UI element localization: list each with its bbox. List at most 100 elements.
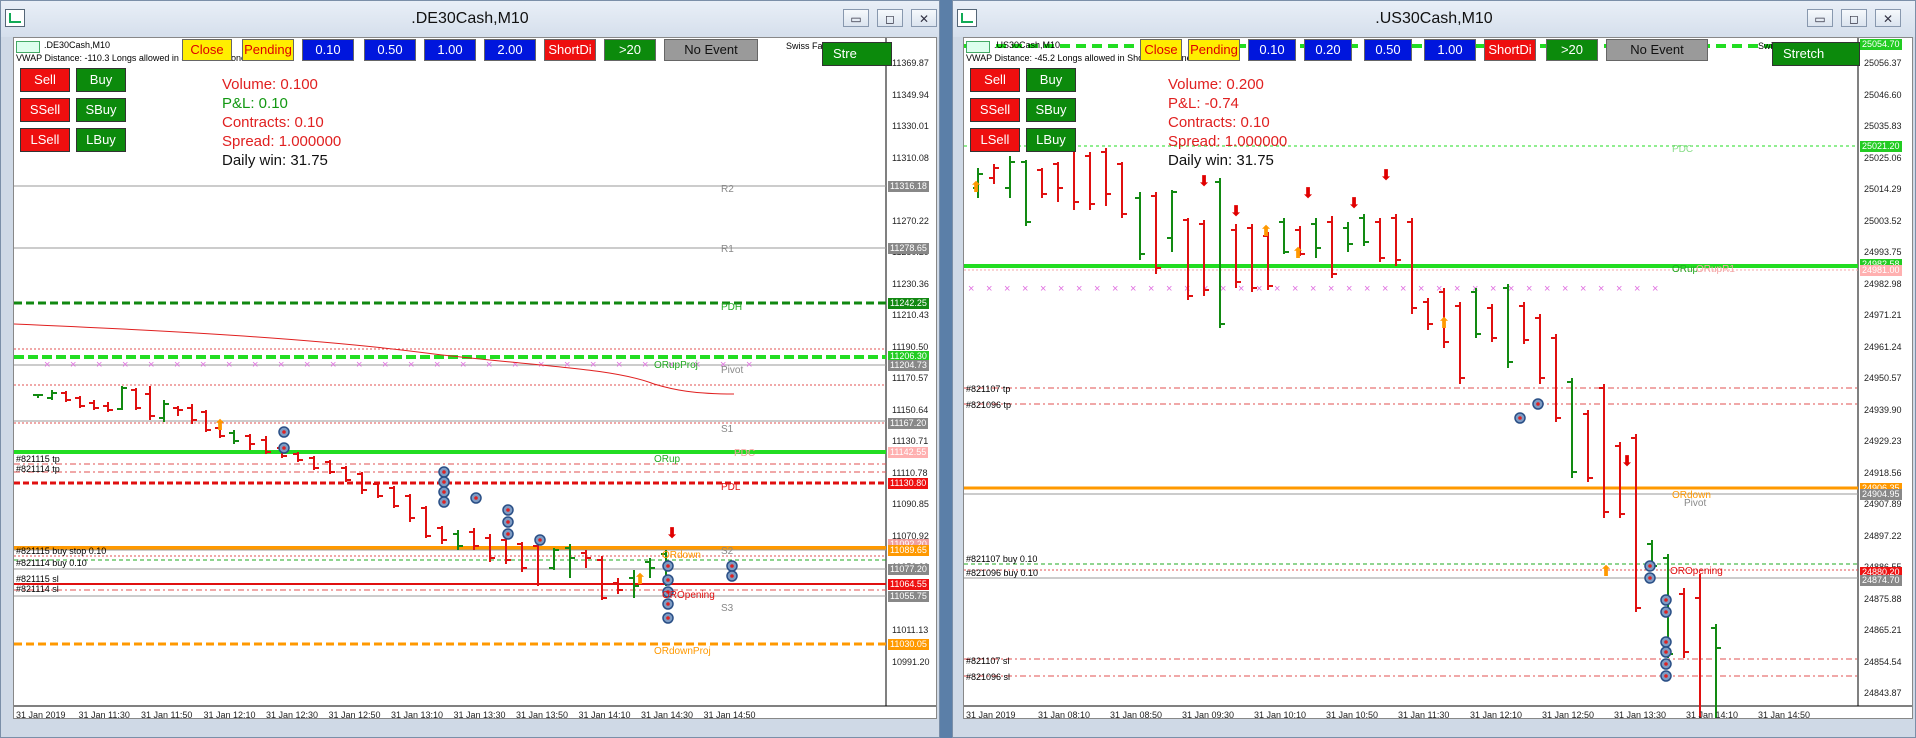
vwap-marker: × [1562, 283, 1568, 295]
trade-marker-dot [1664, 662, 1668, 666]
sell-button-ssell[interactable]: SSell [970, 98, 1020, 122]
sell-button-lsell[interactable]: LSell [20, 128, 70, 152]
short-di-button[interactable]: ShortDi [544, 39, 596, 61]
gt20-button[interactable]: >20 [604, 39, 656, 61]
price-chart[interactable]: ×××××××××××××××××××××××××××××××××××××××⬆… [963, 37, 1913, 719]
y-axis-tick: 24897.22 [1864, 530, 1902, 541]
close-window-button[interactable]: ✕ [1875, 9, 1901, 27]
level-label: S1 [721, 424, 734, 435]
trade-marker-dot [538, 538, 542, 542]
lot-2-button[interactable]: 0.50 [364, 39, 416, 61]
y-axis-tick: 25003.52 [1864, 215, 1902, 226]
title-bar[interactable]: .US30Cash,M10 ▭ ◻ ✕ [953, 1, 1915, 37]
trade-marker-dot [666, 616, 670, 620]
vwap-marker: × [1328, 283, 1334, 295]
lot-4-button[interactable]: 1.00 [1424, 39, 1476, 61]
lot-1-button[interactable]: 0.10 [1248, 39, 1296, 61]
lot-3-button[interactable]: 1.00 [424, 39, 476, 61]
daily-win-label: Daily win: 31.75 [222, 152, 328, 169]
vwap-marker: × [200, 359, 206, 371]
trade-marker-dot [1664, 650, 1668, 654]
y-axis-tick: 11130.71 [892, 436, 929, 446]
vwap-marker: × [44, 359, 50, 371]
lot-2-button[interactable]: 0.20 [1304, 39, 1352, 61]
sell-button-lsell[interactable]: LSell [970, 128, 1020, 152]
close-button[interactable]: Close [182, 39, 232, 61]
vwap-marker: × [1022, 283, 1028, 295]
vwap-marker: × [96, 359, 102, 371]
sell-button-sell[interactable]: Sell [970, 68, 1020, 92]
lot-1-button[interactable]: 0.10 [302, 39, 354, 61]
sell-arrow-icon: ⬇ [1348, 194, 1361, 212]
spread-label: Spread: 1.000000 [222, 133, 342, 150]
y-axis-tick: 11330.01 [892, 121, 929, 131]
title-bar[interactable]: .DE30Cash,M10 ▭ ◻ ✕ [1, 1, 939, 37]
vwap-marker: × [330, 359, 336, 371]
y-axis-tick: 24950.57 [1864, 373, 1902, 383]
pending-button[interactable]: Pending [242, 39, 294, 61]
vwap-marker: × [1130, 283, 1136, 295]
y-axis-tick: 24907.89 [1864, 499, 1902, 509]
vwap-marker: × [746, 359, 752, 371]
trade-marker-dot [1536, 402, 1540, 406]
gt20-button[interactable]: >20 [1546, 39, 1598, 61]
y-axis-tick: 11150.64 [892, 404, 929, 415]
trade-marker-dot [1664, 674, 1668, 678]
vwap-marker: × [590, 359, 596, 371]
sell-button-ssell[interactable]: SSell [20, 98, 70, 122]
price-tag: 11204.73 [888, 360, 929, 371]
trade-marker-dot [506, 508, 510, 512]
vwap-marker: × [564, 359, 570, 371]
vwap-marker: × [356, 359, 362, 371]
x-axis-tick: 31 Jan 08:10 [1038, 710, 1091, 719]
maximize-button[interactable]: ◻ [1841, 9, 1867, 27]
level-label: Pivot [721, 365, 744, 376]
no-event-button[interactable]: No Event [1606, 39, 1708, 61]
price-chart[interactable]: × × × × × × × × × × × × × × × × × × × × × × × × × × × × ⬆ ⬇ ⬆ .DE30Cash… [13, 37, 937, 719]
stretch-button[interactable]: Stretch [1772, 42, 1860, 66]
minimize-button[interactable]: ▭ [1807, 9, 1833, 27]
buy-arrow-icon: ⬆ [1260, 222, 1273, 240]
buy-button-sbuy[interactable]: SBuy [76, 98, 126, 122]
buy-button-buy[interactable]: Buy [76, 68, 126, 92]
level-label: ORdown [662, 550, 701, 561]
vwap-marker: × [304, 359, 310, 371]
buy-button-lbuy[interactable]: LBuy [76, 128, 126, 152]
no-event-button[interactable]: No Event [664, 39, 758, 61]
close-button[interactable]: Close [1140, 39, 1182, 61]
buy-button-sbuy[interactable]: SBuy [1026, 98, 1076, 122]
chart-window-de30[interactable]: .DE30Cash,M10 ▭ ◻ ✕ × × × × × × × × × × × × × × × × × × × ×… [0, 0, 940, 738]
sell-button-sell[interactable]: Sell [20, 68, 70, 92]
x-axis-tick: 31 Jan 11:50 [141, 710, 193, 719]
contracts-label: Contracts: 0.10 [222, 114, 324, 131]
order-label: #821096 buy 0.10 [966, 568, 1039, 578]
order-label: #821115 sl [16, 574, 59, 584]
minimize-button[interactable]: ▭ [843, 9, 869, 27]
symbol-label: .DE30Cash,M10 [44, 40, 111, 50]
y-axis-tick: 11210.43 [892, 310, 929, 320]
trade-marker-dot [1648, 576, 1652, 580]
buy-button-lbuy[interactable]: LBuy [1026, 128, 1076, 152]
level-label: Pivot [1684, 498, 1707, 509]
buy-button-buy[interactable]: Buy [1026, 68, 1076, 92]
level-label: PDC [1672, 144, 1694, 155]
maximize-button[interactable]: ◻ [877, 9, 903, 27]
short-di-button[interactable]: ShortDi [1484, 39, 1536, 61]
lot-3-button[interactable]: 0.50 [1364, 39, 1412, 61]
y-axis-tick: 24993.75 [1864, 247, 1902, 257]
vwap-marker: × [1526, 283, 1532, 295]
buy-arrow-icon: ⬆ [214, 416, 227, 434]
lot-4-button[interactable]: 2.00 [484, 39, 536, 61]
volume-label: Volume: 0.200 [1168, 76, 1264, 93]
vwap-marker: × [1454, 283, 1460, 295]
trade-marker-dot [1664, 598, 1668, 602]
y-axis-tick: 11230.36 [892, 278, 929, 289]
stretch-button[interactable]: Stre [822, 42, 892, 66]
sell-arrow-icon: ⬇ [1230, 202, 1243, 220]
x-axis-tick: 31 Jan 11:30 [1398, 710, 1450, 719]
close-window-button[interactable]: ✕ [911, 9, 937, 27]
vwap-marker: × [252, 359, 258, 371]
chart-window-us30[interactable]: .US30Cash,M10 ▭ ◻ ✕ × × × × × × × × × × × × × × × × × × × ×… [952, 0, 1916, 738]
pending-button[interactable]: Pending [1188, 39, 1240, 61]
trade-marker-dot [442, 470, 446, 474]
